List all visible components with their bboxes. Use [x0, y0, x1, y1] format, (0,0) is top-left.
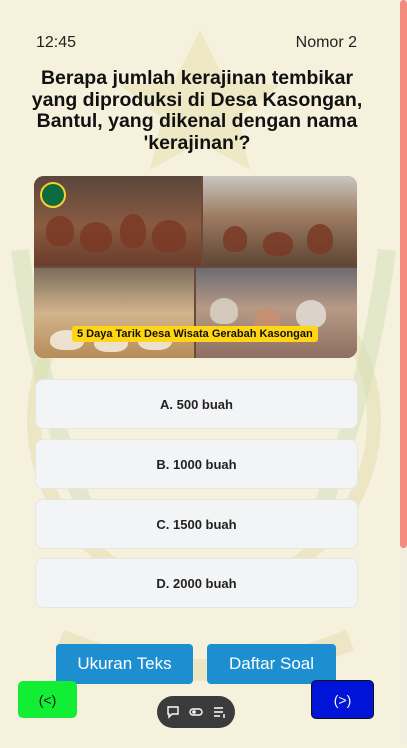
question-image: 5 Daya Tarik Desa Wisata Gerabah Kasonga… [34, 176, 357, 358]
question-number: Nomor 2 [295, 34, 357, 51]
time-label: 12:45 [36, 34, 77, 51]
chat-bubble-icon[interactable] [166, 705, 180, 719]
option-b[interactable]: B. 1000 buah [35, 439, 358, 489]
floating-toolbar [157, 696, 235, 728]
option-c[interactable]: C. 1500 buah [35, 499, 358, 549]
image-tile-baskets [34, 268, 194, 358]
list-icon[interactable] [212, 705, 226, 719]
prev-button[interactable]: (<) [18, 681, 77, 718]
next-button[interactable]: (>) [311, 680, 374, 719]
image-caption: 5 Daya Tarik Desa Wisata Gerabah Kasonga… [72, 326, 318, 342]
image-logo-icon [40, 182, 66, 208]
text-size-button[interactable]: Ukuran Teks [56, 644, 193, 684]
option-d[interactable]: D. 2000 buah [35, 558, 358, 608]
question-text: Berapa jumlah kerajinan tembikar yang di… [31, 67, 363, 154]
image-tile-store-aisle [203, 176, 357, 266]
status-bar: 12:45 Nomor 2 [36, 34, 357, 52]
toggle-icon[interactable] [189, 705, 203, 719]
question-list-button[interactable]: Daftar Soal [207, 644, 336, 684]
scrollbar-thumb[interactable] [400, 0, 407, 548]
image-tile-ceramics [196, 268, 357, 358]
option-a[interactable]: A. 500 buah [35, 379, 358, 429]
